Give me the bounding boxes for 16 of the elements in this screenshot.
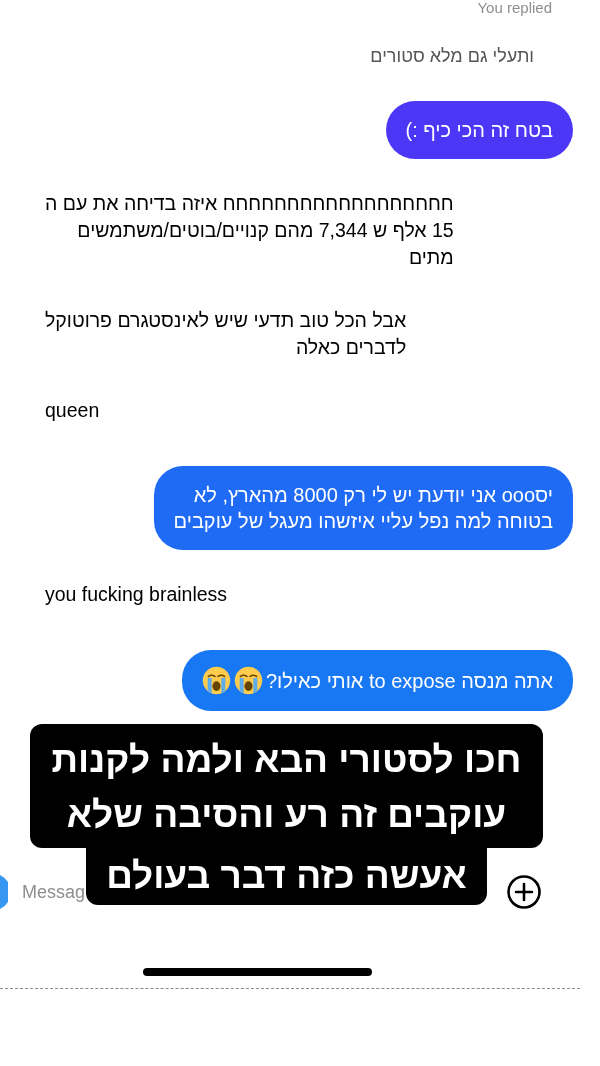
caption-text: חכו לסטורי הבא ולמה לקנות עוקבים זה רע והסיבה שלא (30, 724, 543, 848)
replied-message-text: ותעלי גם מלא סטורים (370, 45, 534, 67)
reply-label: You replied (477, 0, 552, 16)
message-text: בטח זה הכי כיף :) (405, 118, 553, 143)
crying-face-icon (201, 666, 231, 695)
message-text: חחחחחחחחחחחחחחחחחח איזה בדיחה את עם ה 15 אלף ש 7,344 מהם קנויים/בוטים/משתמשים מתים (45, 191, 454, 270)
message-field[interactable]: Messag (22, 880, 89, 904)
message-text: you fucking brainless (45, 582, 228, 607)
message-text: אבל הכל טוב תדעי שיש לאינסטגרם פרוטוקל לדברים כאלה (45, 308, 407, 360)
add-icon[interactable] (507, 875, 541, 909)
message-text: אתה מנסה to expose אותי כאילו? (265, 668, 553, 694)
caption-text: אעשה כזה דבר בעולם (86, 848, 487, 905)
message-text: יסooo אני יודעת יש לי רק 8000 מהארץ, לא בטוחה למה נפל עליי איזשהו מעגל של עוקבים (173, 483, 553, 534)
round-button[interactable] (0, 873, 8, 911)
message-text: queen (45, 398, 100, 423)
crying-face-icon (233, 666, 263, 695)
